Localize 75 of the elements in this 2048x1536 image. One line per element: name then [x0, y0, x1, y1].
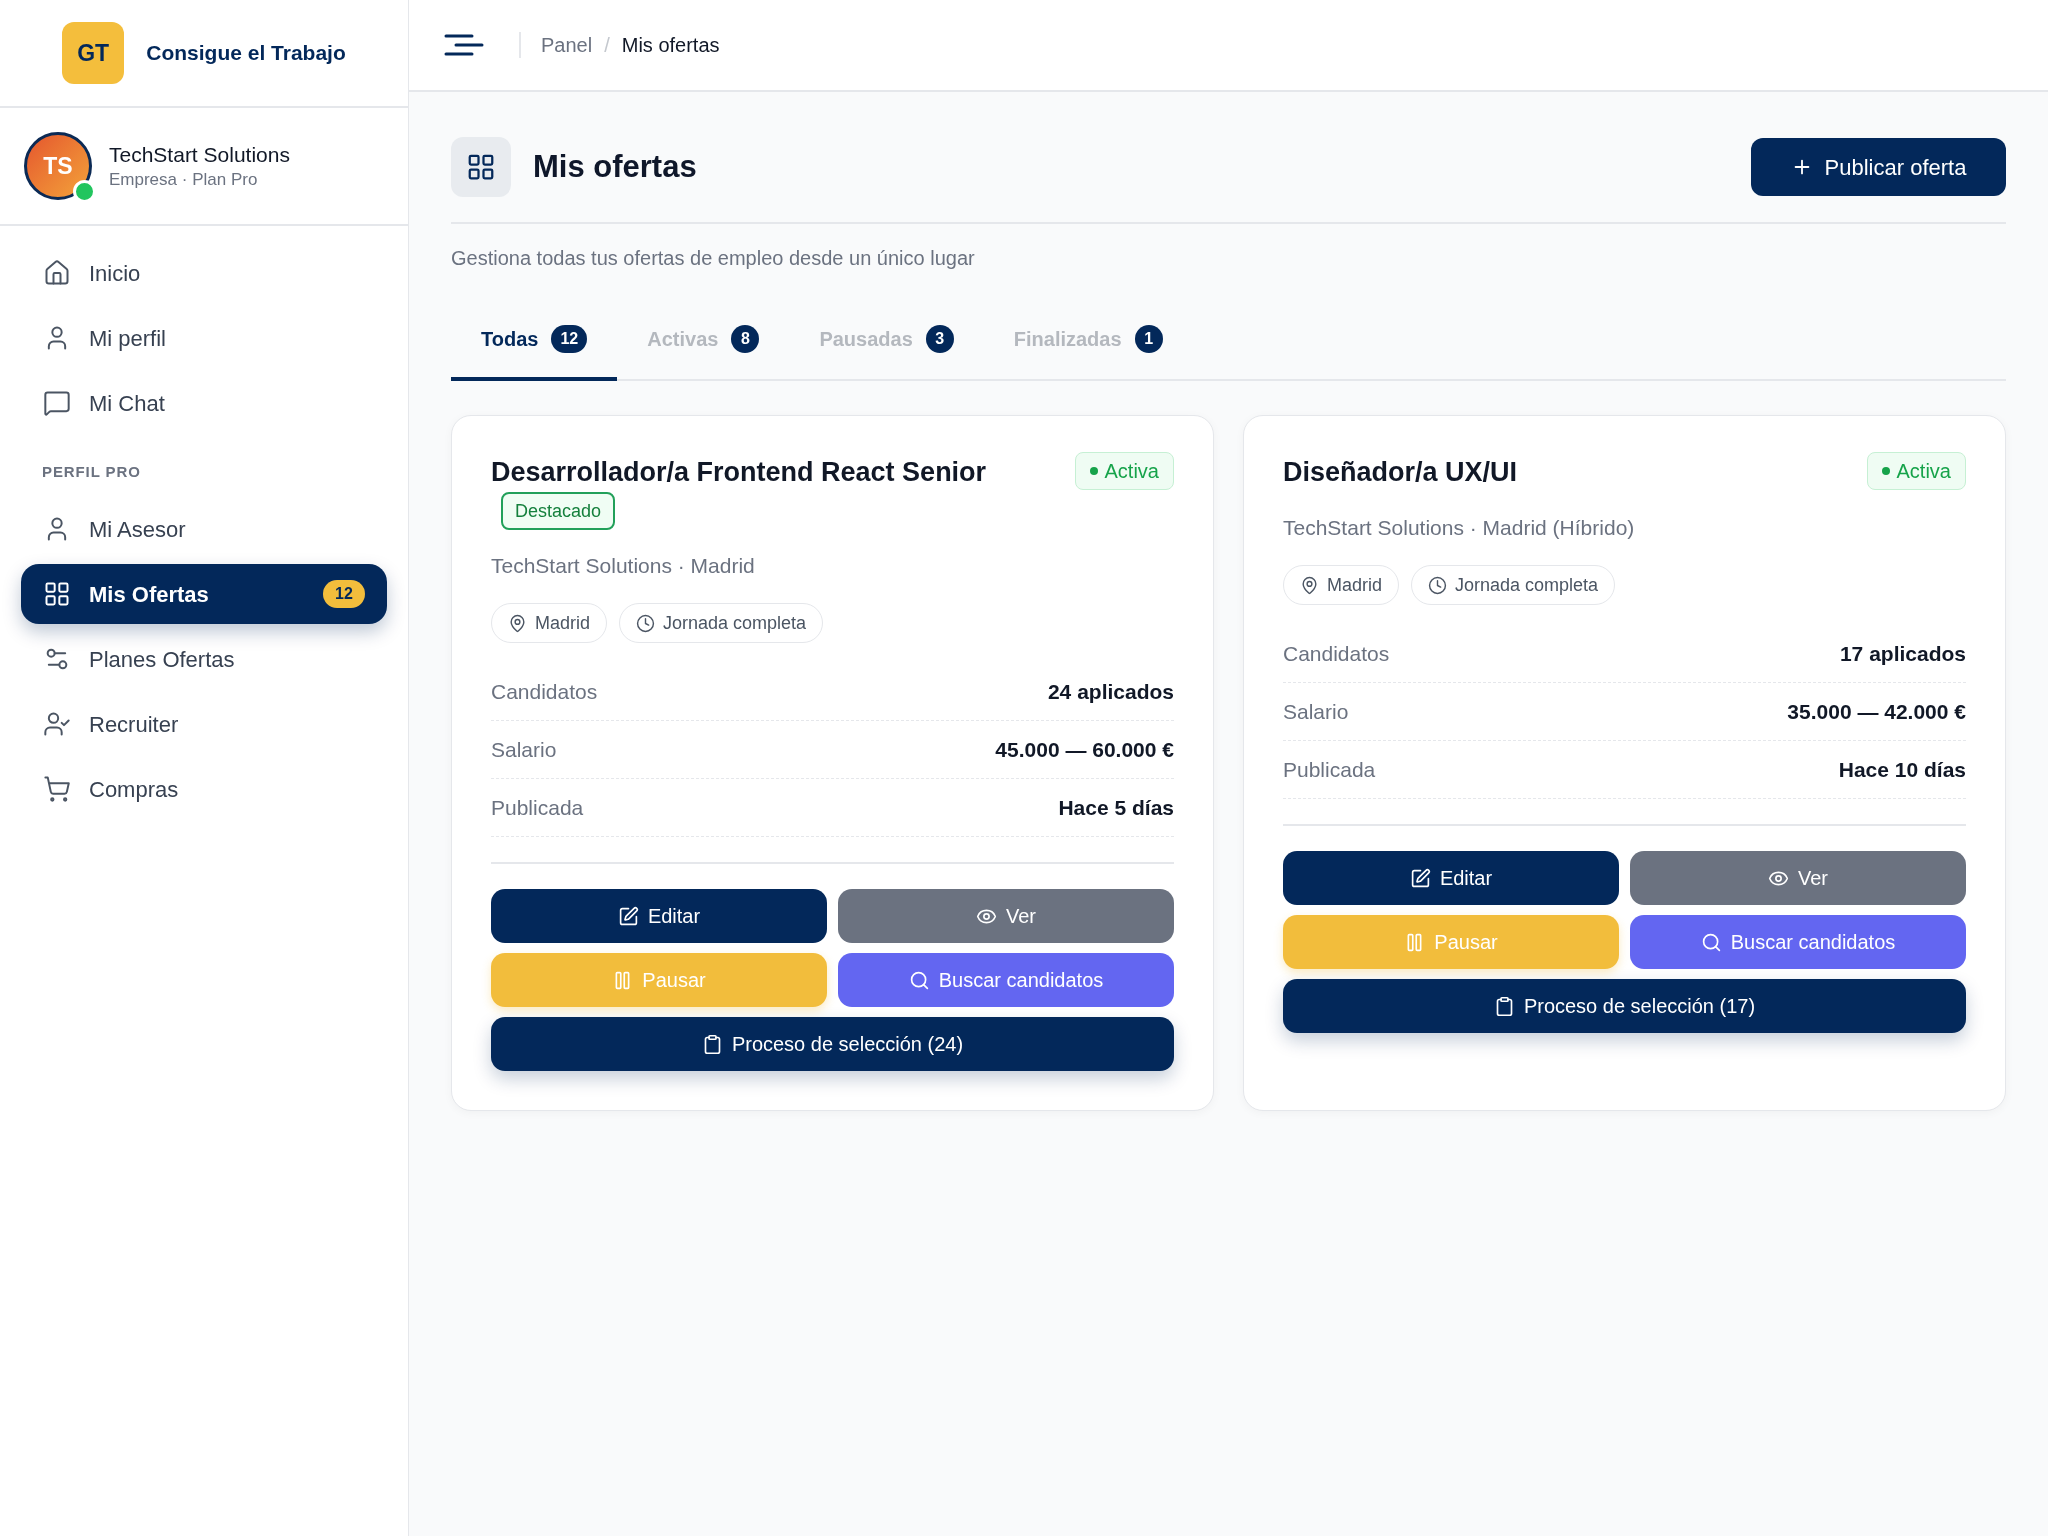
- edit-button[interactable]: Editar: [1283, 851, 1619, 905]
- stat-label: Salario: [1283, 698, 1349, 725]
- grid-icon: [43, 580, 71, 608]
- edit-button[interactable]: Editar: [491, 889, 827, 943]
- sidebar-nav-item[interactable]: Recruiter: [21, 694, 387, 754]
- search-candidates-button[interactable]: Buscar candidatos: [1630, 915, 1966, 969]
- search-icon: [908, 969, 930, 991]
- stat-label: Publicada: [491, 794, 584, 821]
- breadcrumb-separator: /: [604, 33, 610, 58]
- sidebar-nav-item[interactable]: Mi Chat: [21, 373, 387, 433]
- stat-value: 17 aplicados: [1839, 640, 1966, 667]
- filter-tab[interactable]: Todas 12: [451, 301, 618, 381]
- chip-text: Jornada completa: [1455, 573, 1599, 597]
- cart-icon: [43, 775, 71, 803]
- map-pin-icon: [508, 613, 527, 633]
- view-button[interactable]: Ver: [1630, 851, 1966, 905]
- sidebar-nav-item[interactable]: Planes Ofertas: [21, 629, 387, 689]
- section-heading: PERFIL PRO: [42, 463, 141, 480]
- filter-tab[interactable]: Activas 8: [617, 301, 790, 381]
- breadcrumb-link[interactable]: Mis ofertas: [621, 30, 720, 60]
- stat-value: Hace 5 días: [1058, 794, 1174, 821]
- offer-title: Desarrollador/a Frontend React Senior: [491, 456, 987, 489]
- stat-label: Candidatos: [1283, 640, 1390, 667]
- filter-tab[interactable]: Pausadas 3: [789, 301, 984, 381]
- company-location: TechStart Solutions · Madrid (Híbrido): [1283, 515, 1636, 541]
- brand-name: Consigue el Trabajo: [146, 40, 346, 67]
- pencil-square-icon: [1409, 867, 1431, 889]
- stat-value: Hace 10 días: [1838, 756, 1966, 783]
- sidebar-nav-item[interactable]: Mi Asesor: [21, 499, 387, 559]
- pencil-square-icon: [617, 905, 639, 927]
- count-badge: 3: [925, 325, 954, 353]
- clock-icon: [1428, 575, 1448, 595]
- logo-mark: GT: [62, 22, 125, 84]
- count-badge: 8: [731, 325, 760, 353]
- offer-title: Diseñador/a UX/UI: [1283, 456, 1518, 489]
- selection-process-button[interactable]: Proceso de selección (17): [1283, 979, 1966, 1033]
- featured-tag: Destacado: [501, 492, 616, 530]
- status-text: Activa: [1104, 459, 1159, 484]
- page-subtitle: Gestiona todas tus ofertas de empleo desde un único lugar: [451, 246, 976, 270]
- stat-label: Salario: [491, 736, 557, 763]
- account-plan: Empresa · Plan Pro: [109, 169, 259, 191]
- stat-value: 24 aplicados: [1047, 678, 1174, 705]
- menu-icon[interactable]: [444, 34, 484, 56]
- clock-icon: [636, 613, 656, 633]
- search-candidates-button[interactable]: Buscar candidatos: [838, 953, 1174, 1007]
- sidebar-nav-item[interactable]: Inicio: [21, 243, 387, 303]
- stat-label: Publicada: [1283, 756, 1376, 783]
- count-badge: 1: [1134, 325, 1163, 353]
- breadcrumb-link[interactable]: Panel: [541, 30, 593, 60]
- company-location: TechStart Solutions · Madrid: [491, 553, 756, 579]
- selection-process-button[interactable]: Proceso de selección (24): [491, 1017, 1174, 1071]
- status-text: Activa: [1896, 459, 1951, 484]
- filter-tab[interactable]: Finalizadas 1: [983, 301, 1193, 381]
- sidebar-nav-item[interactable]: Mis Ofertas 12: [21, 564, 387, 624]
- stat-label: Candidatos: [491, 678, 598, 705]
- search-icon: [1700, 931, 1722, 953]
- home-icon: [43, 259, 71, 287]
- chip-text: Jornada completa: [663, 611, 807, 635]
- view-button[interactable]: Ver: [838, 889, 1174, 943]
- person-check-icon: [43, 710, 71, 738]
- sidebar-nav-item[interactable]: Compras: [21, 759, 387, 819]
- count-badge: 12: [551, 325, 588, 353]
- sidebar-nav-item[interactable]: Mi perfil: [21, 308, 387, 368]
- avatar: TS: [24, 132, 92, 200]
- chip-text: Madrid: [1327, 573, 1383, 597]
- stat-value: 45.000 — 60.000 €: [995, 736, 1174, 763]
- chip-text: Madrid: [535, 611, 591, 635]
- account-name: TechStart Solutions: [109, 142, 290, 168]
- count-badge: 12: [323, 580, 365, 608]
- publish-offer-button[interactable]: Publicar oferta: [1751, 138, 2006, 196]
- stat-value: 35.000 — 42.000 €: [1787, 698, 1966, 725]
- chat-bubble-icon: [43, 389, 71, 417]
- page-title: Mis ofertas: [533, 147, 697, 186]
- map-pin-icon: [1300, 575, 1319, 595]
- grid-icon: [451, 137, 511, 197]
